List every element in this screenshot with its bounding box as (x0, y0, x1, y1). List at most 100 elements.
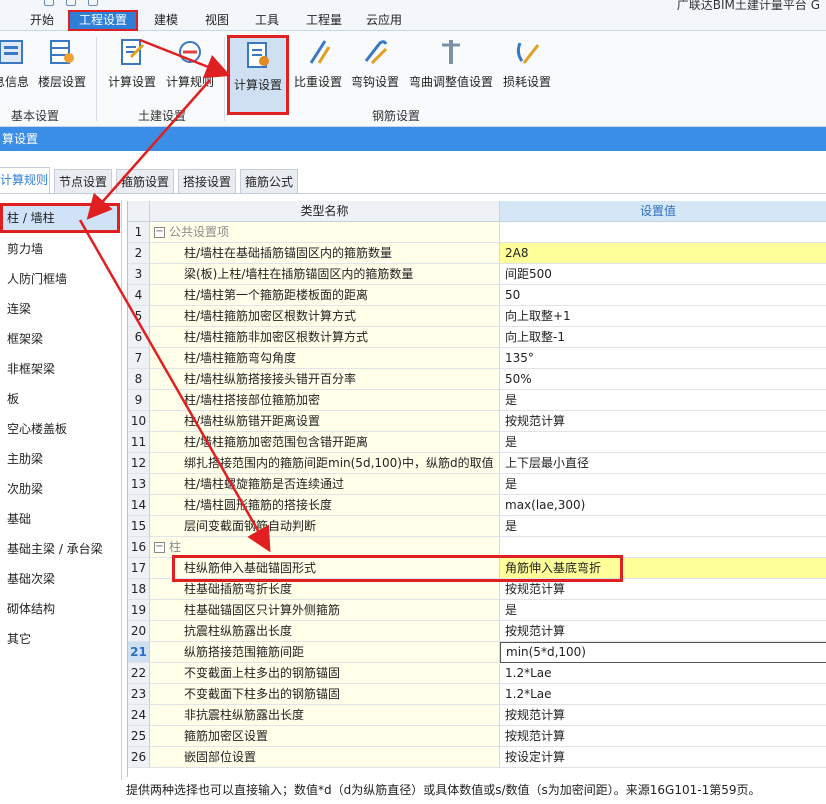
setting-value[interactable]: 1.2*Lae (500, 663, 826, 684)
menu-tools[interactable]: 工具 (246, 10, 288, 31)
list-item[interactable]: 连梁 (0, 294, 120, 324)
calc-rules-button[interactable]: 计算规则 (162, 35, 218, 115)
setting-value[interactable]: 向上取整-1 (500, 327, 826, 348)
setting-value[interactable]: 50 (500, 285, 826, 306)
table-row[interactable]: 7 柱/墙柱箍筋弯勾角度 135° (128, 348, 826, 369)
table-row[interactable]: 3 梁(板)上柱/墙柱在插筋锚固区内的箍筋数量 间距500 (128, 264, 826, 285)
table-row[interactable]: 17 柱纵筋伸入基础锚固形式 角筋伸入基底弯折 (128, 558, 826, 579)
list-item[interactable]: 非框架梁 (0, 354, 120, 384)
setting-value[interactable]: 是 (500, 516, 826, 537)
tab-lap-settings[interactable]: 搭接设置 (178, 169, 236, 193)
setting-value-input[interactable]: min(5*d,100) (500, 642, 826, 663)
table-row[interactable]: 10 柱/墙柱纵筋错开距离设置 按规范计算 (128, 411, 826, 432)
setting-value[interactable]: 按规范计算 (500, 579, 826, 600)
setting-value[interactable]: 上下层最小直径 (500, 453, 826, 474)
table-row[interactable]: 5 柱/墙柱箍筋加密区根数计算方式 向上取整+1 (128, 306, 826, 327)
setting-value (500, 222, 826, 243)
setting-value[interactable]: 是 (500, 474, 826, 495)
table-row[interactable]: 8 柱/墙柱纵筋搭接接头错开百分率 50% (128, 369, 826, 390)
collapse-icon[interactable]: − (154, 542, 165, 553)
list-item[interactable]: 其它 (0, 624, 120, 654)
setting-value[interactable]: 角筋伸入基底弯折 (500, 558, 826, 579)
list-item[interactable]: 基础 (0, 504, 120, 534)
list-item[interactable]: 次肋梁 (0, 474, 120, 504)
list-item[interactable]: 板 (0, 384, 120, 414)
menu-quantity[interactable]: 工程量 (298, 10, 350, 31)
list-item[interactable]: 基础主梁 / 承台梁 (0, 534, 120, 564)
list-item[interactable]: 砌体结构 (0, 594, 120, 624)
tab-calc-rules[interactable]: 计算规则 (0, 167, 50, 194)
table-row[interactable]: 21 纵筋搭接范围箍筋间距 min(5*d,100) (128, 642, 826, 663)
calc-rules-label: 计算规则 (165, 75, 214, 89)
setting-value[interactable]: 按规范计算 (500, 411, 826, 432)
table-row[interactable]: 19 柱基础锚固区只计算外侧箍筋 是 (128, 600, 826, 621)
table-row[interactable]: 22 不变截面上柱多出的钢筋锚固 1.2*Lae (128, 663, 826, 684)
table-row[interactable]: 23 不变截面下柱多出的钢筋锚固 1.2*Lae (128, 684, 826, 705)
setting-value[interactable]: max(lae,300) (500, 495, 826, 516)
tab-stirrup-settings[interactable]: 箍筋设置 (116, 169, 174, 193)
collapse-icon[interactable]: − (154, 227, 165, 238)
weight-settings-button[interactable]: 比重设置 (292, 35, 344, 115)
table-row[interactable]: 6 柱/墙柱箍筋非加密区根数计算方式 向上取整-1 (128, 327, 826, 348)
table-row[interactable]: 26 嵌固部位设置 按设定计算 (128, 747, 826, 768)
loss-settings-label: 损耗设置 (502, 75, 551, 89)
table-row[interactable]: 9 柱/墙柱搭接部位箍筋加密 是 (128, 390, 826, 411)
menu-cloud[interactable]: 云应用 (358, 10, 410, 31)
table-row[interactable]: 13 柱/墙柱螺旋箍筋是否连续通过 是 (128, 474, 826, 495)
table-row[interactable]: 4 柱/墙柱第一个箍筋距楼板面的距离 50 (128, 285, 826, 306)
table-row[interactable]: 12 绑扎搭接范围内的箍筋间距min(5d,100)中，纵筋d的取值 上下层最小直径 (128, 453, 826, 474)
quick-access-icon[interactable] (88, 0, 98, 6)
list-item[interactable]: 剪力墙 (0, 234, 120, 264)
setting-name: 柱/墙柱箍筋弯勾角度 (150, 348, 500, 369)
group-row[interactable]: 16− 柱 (128, 537, 826, 558)
setting-value[interactable]: 按规范计算 (500, 705, 826, 726)
menu-project-settings[interactable]: 工程设置 (68, 10, 138, 31)
setting-value[interactable]: 是 (500, 600, 826, 621)
setting-value[interactable]: 50% (500, 369, 826, 390)
setting-value[interactable]: 向上取整+1 (500, 306, 826, 327)
menu-model[interactable]: 建模 (145, 10, 187, 31)
table-row[interactable]: 20 抗震柱纵筋露出长度 按规范计算 (128, 621, 826, 642)
table-row[interactable]: 15 层间变截面钢筋自动判断 是 (128, 516, 826, 537)
setting-value[interactable]: 是 (500, 390, 826, 411)
list-item[interactable]: 基础次梁 (0, 564, 120, 594)
menu-view[interactable]: 视图 (196, 10, 238, 31)
floor-settings-button[interactable]: 楼层设置 (34, 35, 90, 115)
setting-value[interactable]: 按设定计算 (500, 747, 826, 768)
list-item[interactable]: 人防门框墙 (0, 264, 120, 294)
setting-value[interactable]: 是 (500, 432, 826, 453)
setting-name-text: 非抗震柱纵筋露出长度 (184, 708, 305, 722)
list-item[interactable]: 主肋梁 (0, 444, 120, 474)
rebar-calc-settings-button[interactable]: 计算设置 (227, 35, 289, 115)
list-item[interactable]: 空心楼盖板 (0, 414, 120, 444)
info-button[interactable]: 息信息 (0, 35, 32, 115)
setting-name: 不变截面上柱多出的钢筋锚固 (150, 663, 500, 684)
setting-value[interactable]: 间距500 (500, 264, 826, 285)
quick-access-icon[interactable] (66, 0, 76, 6)
tab-node-settings[interactable]: 节点设置 (54, 169, 112, 193)
group-row[interactable]: 1− 公共设置项 (128, 222, 826, 243)
bend-adjust-settings-button[interactable]: 弯曲调整值设置 (406, 35, 496, 115)
setting-value[interactable]: 1.2*Lae (500, 684, 826, 705)
quick-access-icon[interactable] (44, 0, 54, 6)
civil-calc-settings-button[interactable]: 计算设置 (104, 35, 160, 115)
setting-name-text: 柱/墙柱搭接部位箍筋加密 (184, 393, 321, 407)
tab-stirrup-formula[interactable]: 箍筋公式 (240, 169, 298, 193)
table-row[interactable]: 24 非抗震柱纵筋露出长度 按规范计算 (128, 705, 826, 726)
menu-start[interactable]: 开始 (18, 10, 66, 31)
setting-value[interactable]: 2A8 (500, 243, 826, 264)
hint-text: 提供两种选择也可以直接输入；数值*d（d为纵筋直径）或具体数值或s/数值（s为加… (0, 780, 826, 804)
setting-value[interactable]: 135° (500, 348, 826, 369)
table-row[interactable]: 18 柱基础插筋弯折长度 按规范计算 (128, 579, 826, 600)
table-row[interactable]: 2 柱/墙柱在基础插筋锚固区内的箍筋数量 2A8 (128, 243, 826, 264)
setting-value[interactable]: 按规范计算 (500, 726, 826, 747)
setting-value[interactable]: 按规范计算 (500, 621, 826, 642)
hook-settings-button[interactable]: 弯钩设置 (348, 35, 402, 115)
table-row[interactable]: 11 柱/墙柱箍筋加密范围包含错开距离 是 (128, 432, 826, 453)
loss-settings-button[interactable]: 损耗设置 (500, 35, 554, 115)
table-row[interactable]: 25 箍筋加密区设置 按规范计算 (128, 726, 826, 747)
tab-divider (0, 193, 826, 194)
list-item[interactable]: 框架梁 (0, 324, 120, 354)
table-row[interactable]: 14 柱/墙柱圆形箍筋的搭接长度 max(lae,300) (128, 495, 826, 516)
list-item-column[interactable]: 柱 / 墙柱 (0, 203, 120, 233)
